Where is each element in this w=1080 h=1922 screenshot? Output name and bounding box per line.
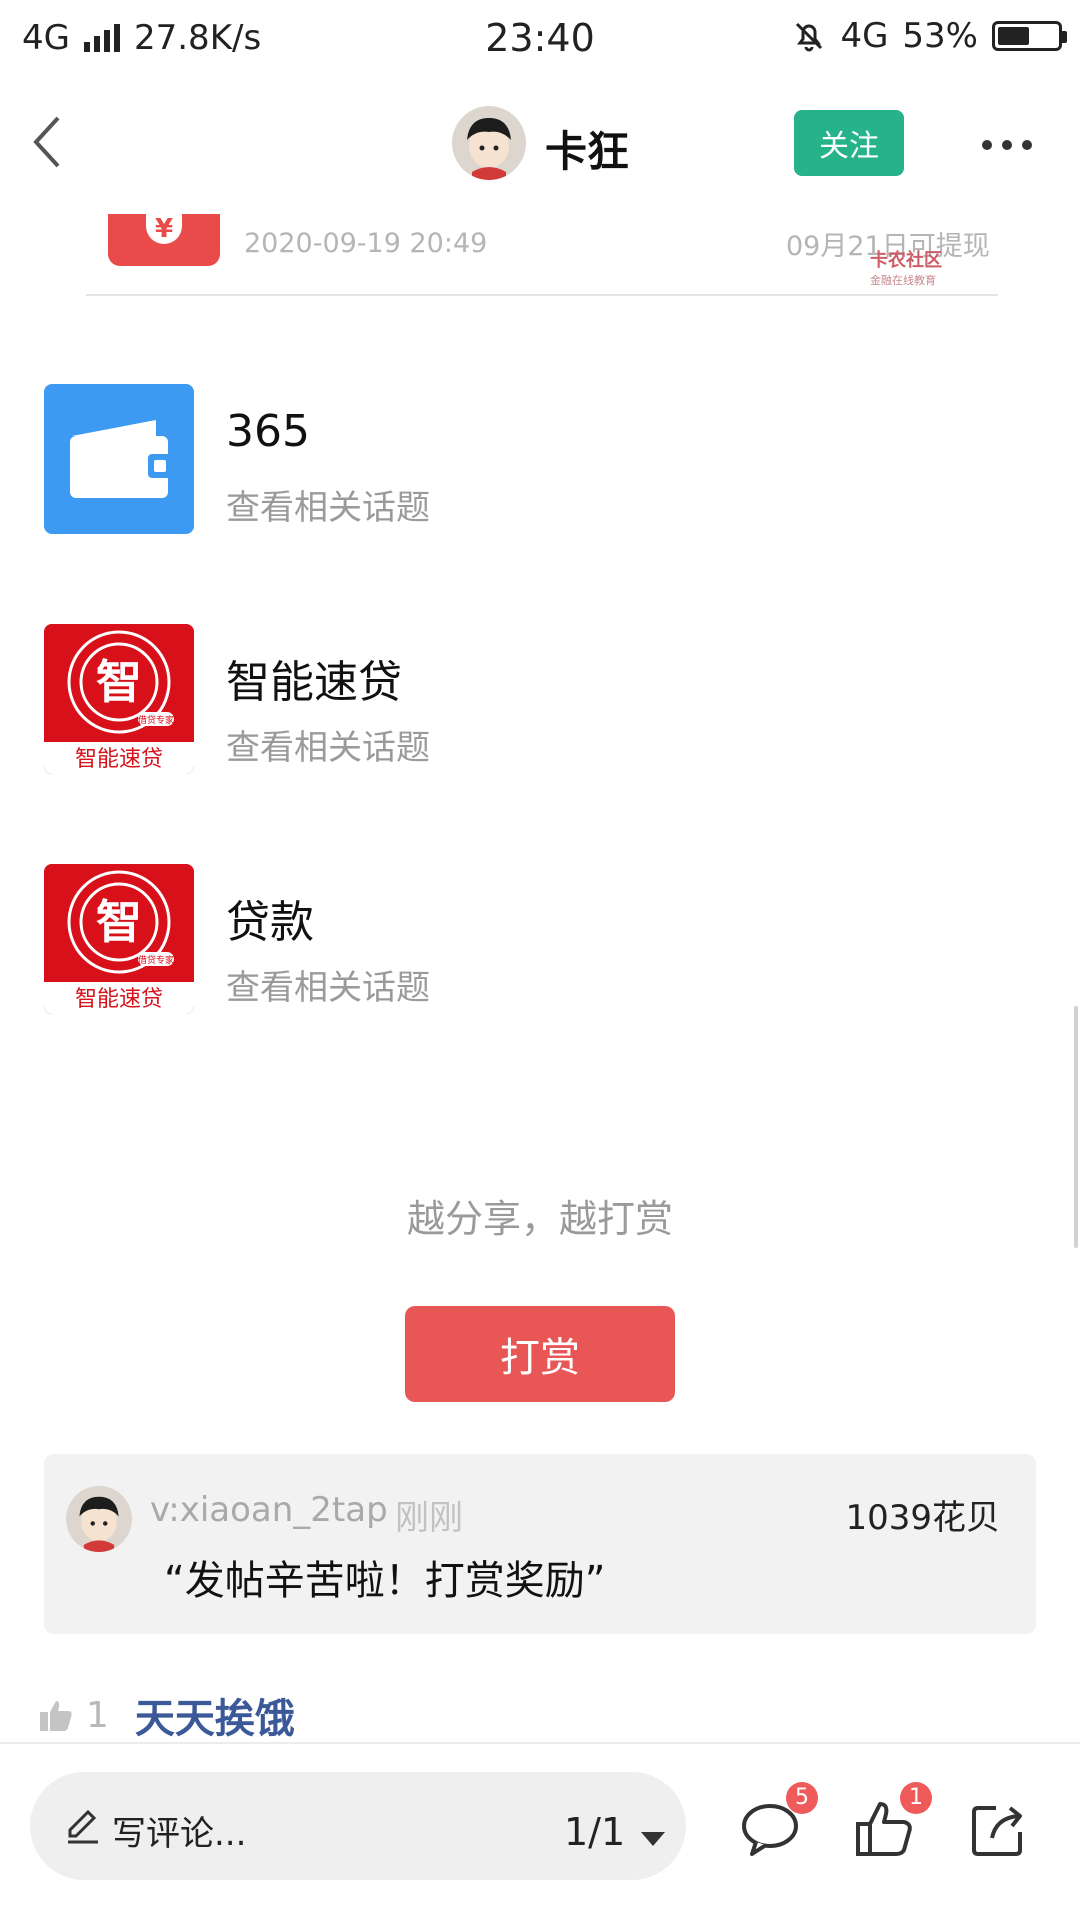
pencil-icon	[68, 1809, 98, 1844]
battery-icon	[992, 21, 1067, 51]
zhi-logo-text: 智能速贷	[75, 987, 163, 1012]
zhi-logo-icon: 智 借贷专家 智能速贷	[44, 864, 194, 1014]
reward-button[interactable]: 打赏	[405, 1306, 675, 1402]
reward-amount: 1039花贝	[845, 1498, 1000, 1538]
topic-item[interactable]: 智 借贷专家 智能速贷 贷款 查看相关话题	[44, 864, 944, 1014]
author-name[interactable]: 卡狂	[545, 118, 629, 179]
battery-percent: 53%	[902, 16, 978, 56]
share-icon[interactable]	[966, 1796, 1032, 1862]
reward-record-card	[44, 1454, 1036, 1634]
avatar-icon	[452, 106, 526, 180]
network-type-right: 4G	[840, 16, 889, 56]
status-right: 4G 53%	[792, 16, 1067, 56]
topic-link[interactable]: 查看相关话题	[226, 960, 430, 1009]
zhi-logo-char: 智	[96, 655, 142, 709]
dropdown-arrow-icon[interactable]	[641, 1832, 665, 1846]
avatar-icon	[66, 1486, 132, 1552]
like-count-badge: 1	[900, 1782, 932, 1814]
likes-row: 1 天天挨饿	[38, 1686, 295, 1744]
topic-name: 贷款	[226, 897, 314, 948]
status-bar: 4G 27.8K/s 23:40 4G 53%	[0, 0, 1080, 80]
comment-count-badge: 5	[786, 1782, 818, 1814]
scrollbar[interactable]	[1074, 1006, 1078, 1248]
topic-name: 365	[226, 406, 310, 457]
reward-message: “发帖辛苦啦！打赏奖励”	[164, 1558, 606, 1604]
thumbs-up-icon	[40, 1701, 72, 1731]
page-indicator[interactable]: 1/1	[564, 1810, 625, 1854]
topic-item[interactable]: 365 查看相关话题	[44, 384, 944, 534]
like-count: 1	[86, 1694, 109, 1736]
topic-name: 智能速贷	[226, 657, 402, 708]
watermark-title: 卡农社区	[870, 250, 942, 271]
rewarder-avatar[interactable]	[66, 1486, 132, 1552]
zhi-logo-badge: 借贷专家	[138, 714, 174, 726]
zhi-logo-text: 智能速贷	[75, 747, 163, 772]
share-reward-prompt: 越分享，越打赏	[406, 1197, 673, 1241]
comment-placeholder[interactable]: 写评论...	[112, 1806, 246, 1855]
back-icon[interactable]	[28, 112, 68, 172]
topic-link[interactable]: 查看相关话题	[226, 720, 430, 769]
zhi-logo-badge: 借贷专家	[138, 954, 174, 966]
battery-fill	[998, 27, 1029, 45]
mute-bell-icon	[796, 22, 823, 52]
record-date: 2020-09-19 20:49	[244, 228, 488, 259]
liker-name[interactable]: 天天挨饿	[135, 1686, 295, 1744]
zhi-logo-char: 智	[96, 895, 142, 949]
watermark-sub: 金融在线教育	[870, 274, 936, 287]
reward-time: 刚刚	[395, 1498, 463, 1538]
wallet-icon	[44, 384, 194, 534]
author-avatar[interactable]	[452, 106, 526, 180]
topic-link[interactable]: 查看相关话题	[226, 480, 430, 529]
app-icon-cropped: ¥	[108, 214, 220, 266]
follow-button[interactable]: 关注	[794, 110, 904, 176]
rewarder-name[interactable]: v:xiaoan_2tap	[150, 1490, 388, 1530]
zhi-logo-icon: 智 借贷专家 智能速贷	[44, 624, 194, 774]
topic-item[interactable]: 智 借贷专家 智能速贷 智能速贷 查看相关话题	[44, 624, 944, 774]
divider	[86, 294, 998, 296]
watermark-logo: 卡农社区 金融在线教育	[870, 246, 942, 288]
more-options-icon[interactable]	[982, 140, 1032, 150]
